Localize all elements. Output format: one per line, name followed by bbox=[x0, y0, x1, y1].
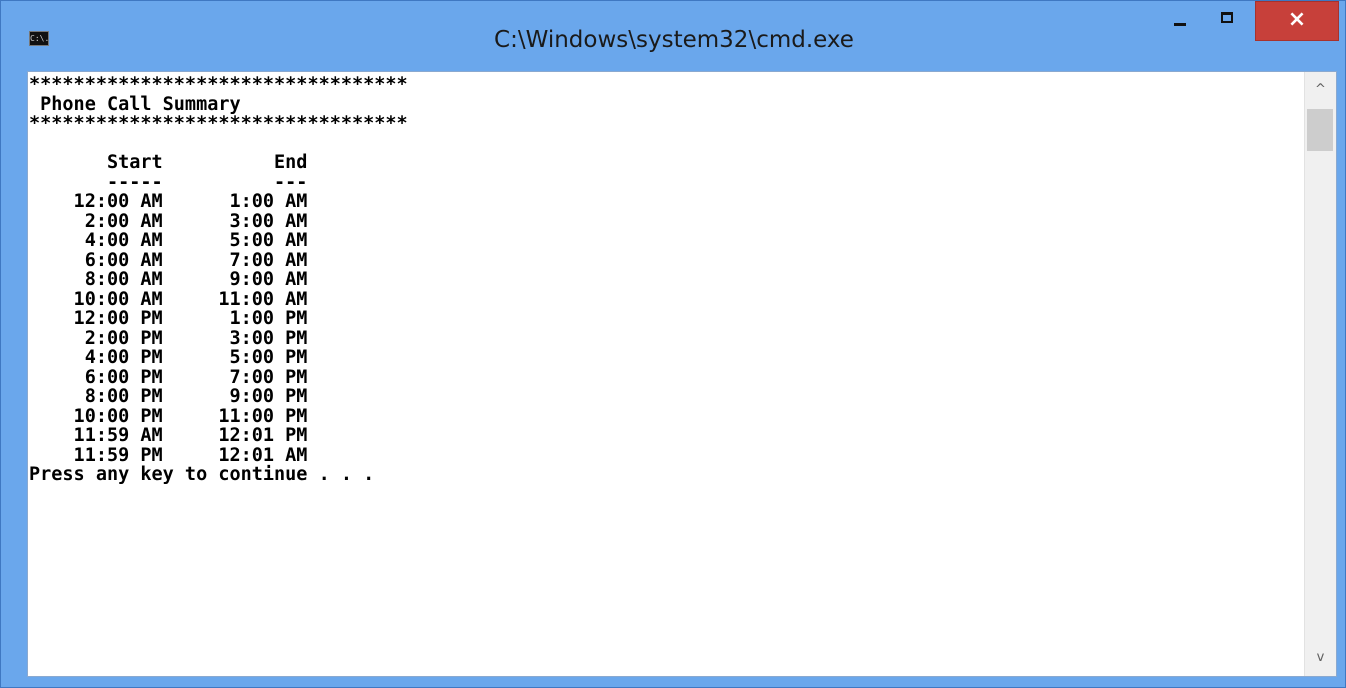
continue-prompt: Press any key to continue . . . bbox=[29, 464, 375, 485]
console-output-area[interactable]: ********************************** Phone… bbox=[27, 71, 1337, 677]
table-row: 11:59 PM 12:01 AM bbox=[29, 444, 308, 466]
close-button[interactable]: × bbox=[1255, 1, 1339, 41]
scroll-up-arrow-icon[interactable]: ^ bbox=[1305, 72, 1336, 108]
table-row: 8:00 AM 9:00 AM bbox=[29, 269, 308, 290]
table-row: 10:00 AM 11:00 AM bbox=[29, 288, 308, 310]
table-header: Start End bbox=[29, 152, 308, 173]
table-row: 8:00 PM 9:00 PM bbox=[29, 386, 308, 407]
table-row: 2:00 PM 3:00 PM bbox=[29, 327, 308, 349]
table-header-underline: ----- --- bbox=[29, 171, 308, 193]
table-row: 4:00 PM 5:00 PM bbox=[29, 347, 308, 368]
table-row: 4:00 AM 5:00 AM bbox=[29, 230, 308, 251]
window-title: C:\Windows\system32\cmd.exe bbox=[494, 27, 854, 53]
maximize-button[interactable] bbox=[1210, 9, 1246, 39]
scroll-thumb[interactable] bbox=[1307, 109, 1333, 151]
table-row: 2:00 AM 3:00 AM bbox=[29, 210, 308, 232]
scroll-down-arrow-icon[interactable]: v bbox=[1305, 640, 1336, 676]
console-line: Phone Call Summary bbox=[29, 93, 241, 115]
table-row: 10:00 PM 11:00 PM bbox=[29, 405, 308, 427]
console-text: ********************************** Phone… bbox=[29, 75, 408, 485]
console-line: ********************************** bbox=[29, 113, 408, 134]
table-row: 12:00 AM 1:00 AM bbox=[29, 191, 308, 212]
title-bar[interactable]: C:\. C:\Windows\system32\cmd.exe × bbox=[1, 1, 1345, 71]
table-row: 11:59 AM 12:01 PM bbox=[29, 425, 308, 446]
minimize-button[interactable] bbox=[1164, 9, 1200, 39]
table-row: 6:00 AM 7:00 AM bbox=[29, 249, 308, 271]
table-row: 12:00 PM 1:00 PM bbox=[29, 308, 308, 329]
console-line: ********************************** bbox=[29, 74, 408, 95]
cmd-window: C:\. C:\Windows\system32\cmd.exe × *****… bbox=[0, 0, 1346, 688]
table-row: 6:00 PM 7:00 PM bbox=[29, 366, 308, 388]
vertical-scrollbar[interactable]: ^ v bbox=[1304, 72, 1336, 676]
